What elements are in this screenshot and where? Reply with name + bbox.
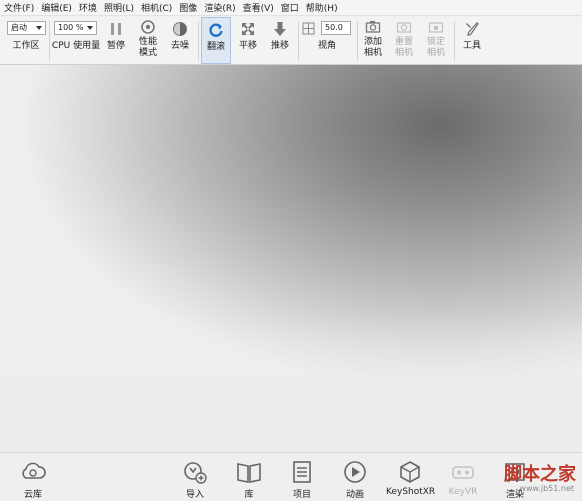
vr-headset-icon xyxy=(452,466,474,479)
toolbar-divider xyxy=(454,21,455,61)
watermark-url: www.jb51.net xyxy=(519,484,574,493)
pause-button[interactable]: 暂停 xyxy=(103,17,129,64)
menu-lighting[interactable]: 照明(L) xyxy=(102,1,139,14)
performance-label-line1: 性能 xyxy=(138,37,157,47)
tools-icon xyxy=(466,22,479,36)
add-camera-button[interactable]: 添加 相机 xyxy=(360,17,386,64)
project-list-icon xyxy=(293,461,311,483)
lock-camera-label-line1: 锁定 xyxy=(426,37,445,47)
menu-bar: 文件(F) 编辑(E) 环境 照明(L) 相机(C) 图像 渲染(R) 查看(V… xyxy=(0,0,582,16)
project-button[interactable]: 项目 xyxy=(285,453,319,501)
project-label: 项目 xyxy=(292,490,311,500)
reset-camera-label-line1: 重置 xyxy=(394,37,413,47)
toolbar-divider xyxy=(198,21,199,61)
menu-help[interactable]: 帮助(H) xyxy=(304,1,343,14)
tumble-button[interactable]: 翻滚 xyxy=(201,17,231,64)
denoise-icon xyxy=(173,22,187,36)
performance-icon xyxy=(141,20,155,34)
animation-button[interactable]: 动画 xyxy=(338,453,372,501)
reset-camera-icon xyxy=(396,22,412,33)
performance-label-line2: 模式 xyxy=(138,48,157,58)
pause-label: 暂停 xyxy=(106,41,125,51)
pan-button[interactable]: 平移 xyxy=(234,17,262,64)
workspace-group: 工作区 xyxy=(4,17,48,64)
pause-icon xyxy=(111,23,121,35)
cpu-group: CPU 使用量 xyxy=(51,17,101,64)
toolbar-divider xyxy=(357,21,358,61)
menu-window[interactable]: 窗口 xyxy=(279,1,304,14)
toolbar-divider xyxy=(49,21,50,61)
reset-camera-button[interactable]: 重置 相机 xyxy=(391,17,417,64)
tools-label: 工具 xyxy=(462,41,481,51)
library-button[interactable]: 库 xyxy=(232,453,266,501)
keyshotxr-icon xyxy=(400,461,420,483)
pan-arrows-icon xyxy=(242,23,254,35)
menu-edit[interactable]: 编辑(E) xyxy=(39,1,77,14)
denoise-button[interactable]: 去噪 xyxy=(167,17,193,64)
performance-mode-button[interactable]: 性能 模式 xyxy=(133,17,163,64)
keyshotxr-label: KeyShotXR xyxy=(386,487,436,497)
field-of-view-label: 视角 xyxy=(317,41,336,51)
lock-camera-icon xyxy=(428,22,444,33)
denoise-label: 去噪 xyxy=(170,41,189,51)
menu-camera[interactable]: 相机(C) xyxy=(139,1,177,14)
import-label: 导入 xyxy=(185,490,204,500)
library-label: 库 xyxy=(244,490,254,500)
lock-camera-button[interactable]: 锁定 相机 xyxy=(423,17,449,64)
cloud-library-icon xyxy=(22,462,46,479)
menu-view[interactable]: 查看(V) xyxy=(241,1,279,14)
cloud-library-label: 云库 xyxy=(23,490,42,500)
cpu-usage-label: CPU 使用量 xyxy=(51,41,101,51)
bottom-dock: 云库 导入 库 项目 动画 KeyShotXR KeyVR 渲染 xyxy=(0,452,582,501)
add-camera-label-line1: 添加 xyxy=(363,37,382,47)
menu-environment[interactable]: 环境 xyxy=(77,1,102,14)
lock-camera-label-line2: 相机 xyxy=(426,48,445,58)
book-icon xyxy=(237,463,261,483)
dolly-label: 推移 xyxy=(270,41,289,51)
toolbar-divider xyxy=(298,21,299,61)
keyshotxr-button[interactable]: KeyShotXR xyxy=(386,453,436,501)
toolbar: 启动 工作区 100 % CPU 使用量 暂停 性能 模式 去噪 翻滚 平移 推… xyxy=(0,17,582,65)
cloud-library-button[interactable]: 云库 xyxy=(15,453,51,501)
add-camera-label-line2: 相机 xyxy=(363,48,382,58)
render-viewport[interactable] xyxy=(0,65,582,452)
keyvr-label: KeyVR xyxy=(448,487,478,497)
dolly-button[interactable]: 推移 xyxy=(265,17,295,64)
reset-camera-label-line2: 相机 xyxy=(394,48,413,58)
tumble-label: 翻滚 xyxy=(206,42,225,52)
menu-render[interactable]: 渲染(R) xyxy=(202,1,240,14)
watermark-logo: 脚本之家 xyxy=(504,464,576,485)
menu-file[interactable]: 文件(F) xyxy=(2,1,39,14)
import-button[interactable]: 导入 xyxy=(178,453,212,501)
menu-image[interactable]: 图像 xyxy=(177,1,202,14)
tools-button[interactable]: 工具 xyxy=(459,17,485,64)
rotate-icon xyxy=(209,23,223,37)
add-camera-icon xyxy=(365,21,381,33)
arrow-down-icon xyxy=(274,22,286,36)
workspace-label: 工作区 xyxy=(12,41,40,51)
field-of-view-group: 视角 xyxy=(312,17,342,64)
animation-label: 动画 xyxy=(345,490,364,500)
keyvr-button[interactable]: KeyVR xyxy=(446,453,480,501)
import-icon xyxy=(184,462,207,484)
pan-label: 平移 xyxy=(238,41,257,51)
play-circle-icon xyxy=(344,461,366,483)
